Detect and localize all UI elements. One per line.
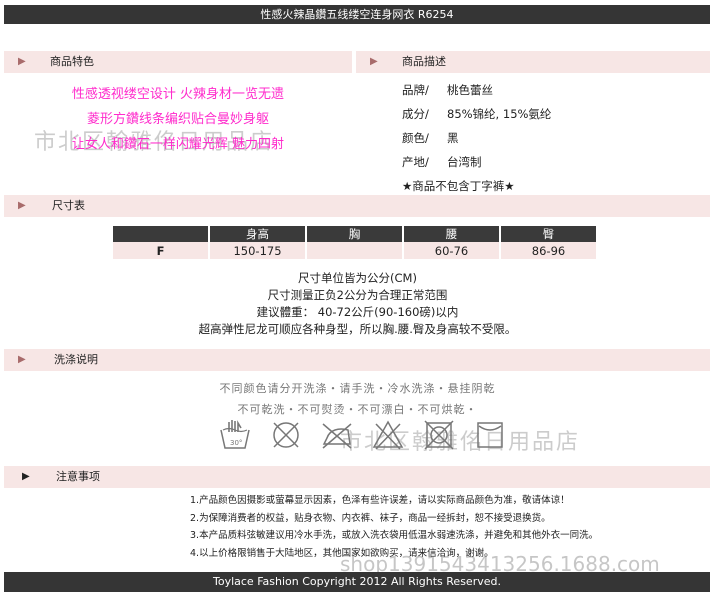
care-icons: 30° [219, 418, 506, 452]
section-wash-header: ▶ 洗涤说明 [4, 349, 710, 371]
description-key: 颜色/ [402, 131, 429, 145]
description-key: 产地/ [402, 155, 429, 169]
section-features-header: ▶ 商品特色 [4, 51, 352, 73]
size-cell: F [113, 242, 208, 259]
section-description-title: 商品描述 [402, 55, 446, 68]
size-note-line: 建议體重： 40-72公斤(90-160磅)以内 [256, 305, 459, 319]
feature-line: 菱形方鑽线条编织贴合曼妙身躯 [86, 112, 269, 127]
description-value: 85%锦纶, 15%氨纶 [447, 107, 552, 121]
arrow-icon: ▶ [18, 200, 26, 211]
caution-line: 2.为保障消费者的权益，贴身衣物、内衣裤、袜子，商品一经拆封，恕不接受退换货。 [190, 512, 551, 524]
arrow-icon: ▶ [18, 56, 26, 67]
description-note: ★商品不包含丁字裤★ [402, 179, 515, 193]
description-row: 成分/85%锦纶, 15%氨纶 [402, 102, 551, 126]
description-value: 台湾制 [447, 155, 482, 169]
size-header-cell [113, 226, 208, 242]
section-caution-header: ▶ 注意事项 [4, 466, 710, 488]
caution-line: 1.产品颜色因摄影或萤幕显示因素，色泽有些许误差，请以实际商品颜色为准，敬请体谅… [190, 495, 570, 506]
size-notes: 尺寸单位皆为公分(CM) 尺寸测量正负2公分为合理正常范围 建议體重： 40-7… [0, 270, 715, 338]
size-header-cell: 臀 [501, 226, 596, 242]
size-header-cell: 腰 [404, 226, 499, 242]
description-list: 品牌/桃色蕾丝 成分/85%锦纶, 15%氨纶 颜色/黑 产地/台湾制 ★商品不… [402, 78, 551, 198]
no-tumble-dry-icon [424, 420, 454, 450]
section-features-title: 商品特色 [50, 55, 94, 68]
section-wash-title: 洗涤说明 [54, 353, 98, 366]
size-note-line: 尺寸单位皆为公分(CM) [298, 271, 417, 285]
no-iron-icon [322, 423, 352, 449]
description-value: 黑 [447, 131, 459, 145]
description-value: 桃色蕾丝 [447, 83, 493, 97]
footer-copyright: Toylace Fashion Copyright 2012 All Right… [4, 572, 710, 592]
wash-line: 不同颜色请分开洗涤・请手洗・冷水洗涤・悬挂阴乾 [219, 382, 496, 395]
size-cell: 86-96 [501, 242, 596, 259]
caution-list: 1.产品颜色因摄影或萤幕显示因素，色泽有些许误差，请以实际商品颜色为准，敬请体谅… [190, 492, 598, 562]
feature-line: 性感透视缕空设计 火辣身材一览无遗 [71, 87, 285, 102]
table-row: F 150-175 60-76 86-96 [113, 242, 596, 259]
hang-dry-icon [477, 422, 503, 448]
size-note-line: 尺寸测量正负2公分为合理正常范围 [267, 288, 448, 302]
no-dry-clean-icon [273, 422, 299, 448]
size-header-cell: 胸 [307, 226, 402, 242]
feature-line: 让女人和鑽石一样闪耀光辉 魅力四射 [71, 137, 285, 152]
no-bleach-icon [372, 420, 404, 450]
description-row: 颜色/黑 [402, 126, 551, 150]
caution-line: 3.本产品质料弦敏建议用冷水手洗，或放入洗衣袋用低温水弱速洗涤，并避免和其他外衣… [190, 530, 599, 541]
caution-line: 4.以上价格限销售于大陆地区，其他国家如欲购买，请来信洽询，谢谢。 [190, 547, 494, 559]
section-size-header: ▶ 尺寸表 [4, 195, 710, 217]
page-title: 性感火辣晶鑽五线缕空连身网衣 R6254 [4, 5, 710, 24]
size-cell: 60-76 [404, 242, 499, 259]
hand-wash-30-icon: 30° [220, 420, 250, 449]
arrow-icon: ▶ [18, 354, 26, 365]
size-note-line: 超高弹性尼龙可顺应各种身型，所以胸.腰.臀及身高较不受限。 [198, 322, 517, 336]
section-caution-title: 注意事项 [56, 470, 100, 483]
size-header-cell: 身高 [210, 226, 305, 242]
section-size-title: 尺寸表 [52, 199, 85, 212]
section-description-header: ▶ 商品描述 [356, 51, 710, 73]
arrow-icon: ▶ [370, 56, 378, 67]
description-row: 品牌/桃色蕾丝 [402, 78, 551, 102]
size-table: 身高 胸 腰 臀 F 150-175 60-76 86-96 [111, 226, 598, 259]
size-cell: 150-175 [210, 242, 305, 259]
description-key: 品牌/ [402, 83, 429, 97]
description-key: 成分/ [402, 107, 429, 121]
description-row: 产地/台湾制 [402, 150, 551, 174]
arrow-icon: ▶ [22, 471, 30, 482]
wash-temp-label: 30° [230, 439, 242, 447]
features-list: 性感透视缕空设计 火辣身材一览无遗 菱形方鑽线条编织贴合曼妙身躯 让女人和鑽石一… [4, 82, 352, 157]
size-cell [307, 242, 402, 259]
size-table-header-row: 身高 胸 腰 臀 [113, 226, 596, 242]
wash-line: 不可乾洗・不可熨烫・不可漂白・不可烘乾・ [237, 403, 478, 416]
